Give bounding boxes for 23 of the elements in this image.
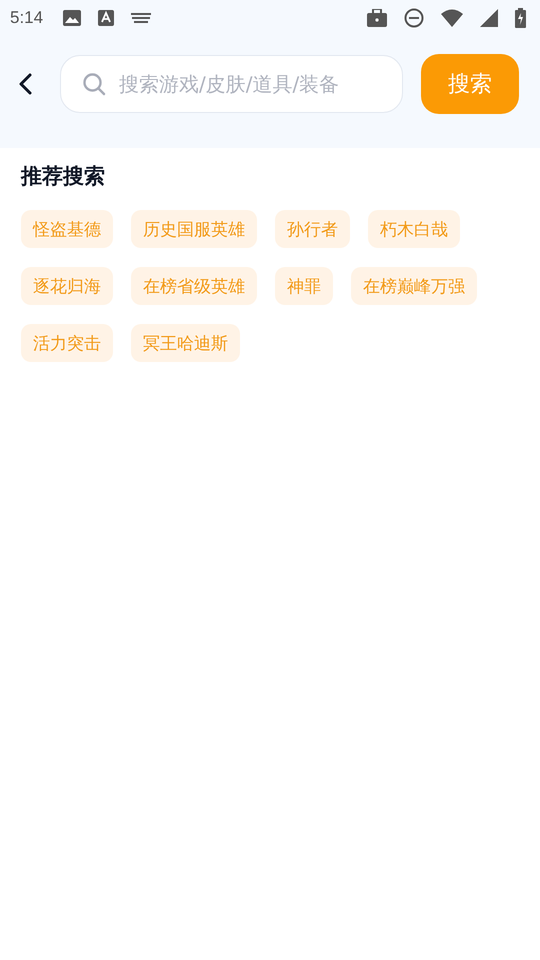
search-tag[interactable]: 神罪	[275, 267, 333, 305]
battery-icon	[515, 8, 526, 28]
status-time: 5:14	[10, 8, 44, 28]
keyboard-icon	[131, 13, 152, 23]
search-tag[interactable]: 怪盗基德	[21, 210, 113, 248]
search-tag[interactable]: 朽木白哉	[368, 210, 460, 248]
search-tag[interactable]: 在榜巅峰万强	[351, 267, 477, 305]
briefcase-icon	[367, 9, 387, 27]
image-icon	[63, 10, 82, 26]
search-tag[interactable]: 孙行者	[275, 210, 350, 248]
search-button[interactable]: 搜索	[421, 54, 519, 114]
search-tag[interactable]: 逐花归海	[21, 267, 113, 305]
keyboard-letter-icon	[98, 10, 114, 26]
search-field[interactable]: 搜索游戏/皮肤/道具/装备	[60, 55, 403, 113]
wifi-icon	[441, 9, 463, 27]
signal-icon	[480, 9, 498, 27]
search-tag[interactable]: 在榜省级英雄	[131, 267, 257, 305]
search-icon	[82, 72, 106, 96]
search-tag[interactable]: 活力突击	[21, 324, 113, 362]
search-tag[interactable]: 历史国服英雄	[131, 210, 257, 248]
search-tag[interactable]: 冥王哈迪斯	[131, 324, 240, 362]
do-not-disturb-icon	[404, 8, 424, 28]
section-title: 推荐搜索	[21, 163, 106, 190]
